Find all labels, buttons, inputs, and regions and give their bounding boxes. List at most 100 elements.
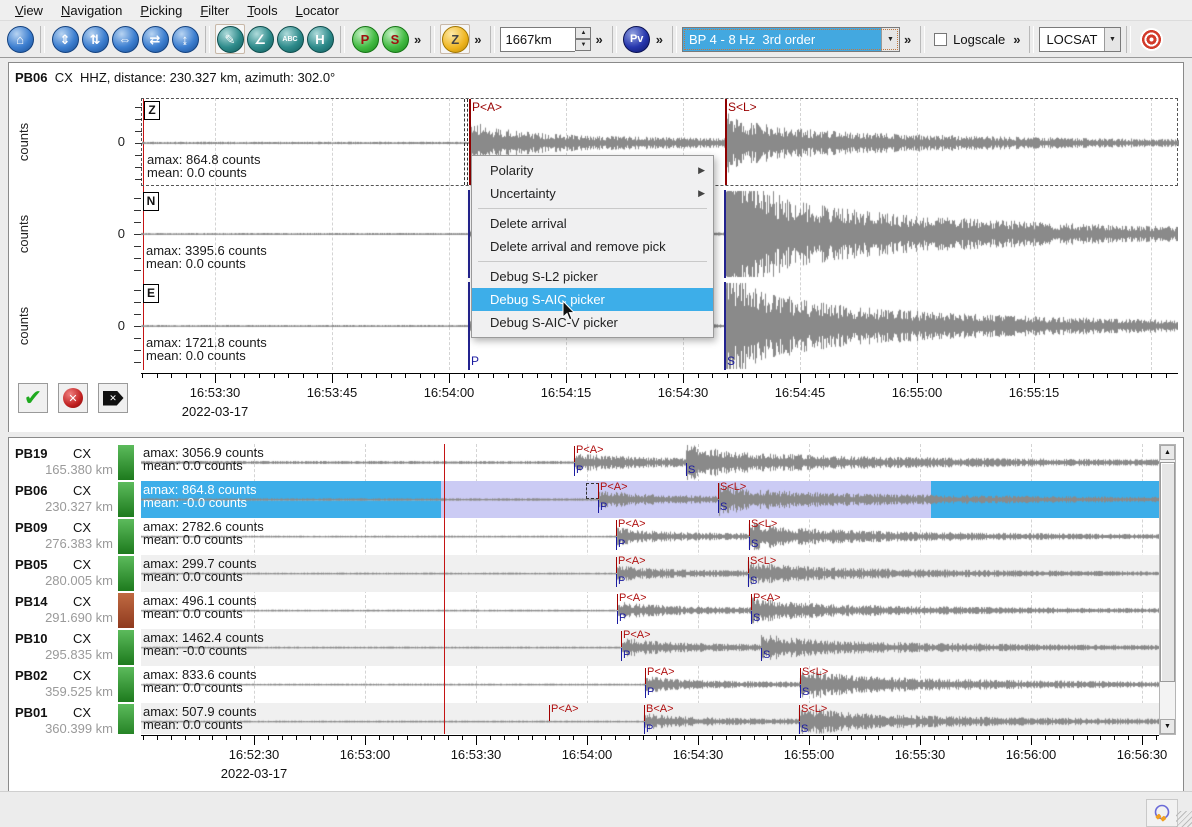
menu-item-delete-arrival[interactable]: Delete arrival — [472, 212, 713, 235]
combo-arrow-icon[interactable]: ▼ — [881, 28, 899, 51]
station-row-pb14[interactable]: PB14CX291.690 kmamax: 496.1 countsmean: … — [9, 592, 1177, 629]
minor-tick — [859, 374, 860, 378]
major-tick — [683, 374, 684, 383]
vertical-scrollbar[interactable]: ▲▼ — [1159, 444, 1176, 735]
minor-tick — [274, 374, 275, 378]
toolbar-overflow-icon[interactable]: » — [656, 32, 663, 47]
spin-down-icon[interactable]: ▼ — [575, 39, 591, 51]
station-row-pb19[interactable]: PB19CX165.380 kmamax: 3056.9 countsmean:… — [9, 444, 1177, 481]
s-pick-line[interactable] — [725, 99, 727, 185]
resize-grip[interactable] — [1176, 811, 1192, 827]
phase-letter: P — [576, 464, 583, 476]
station-row-pb02[interactable]: PB02CX359.525 kmamax: 833.6 countsmean: … — [9, 666, 1177, 703]
menu-item-polarity[interactable]: Polarity▶ — [472, 159, 713, 182]
axis-line — [141, 373, 1178, 374]
minor-tick — [1100, 736, 1101, 740]
locator-select[interactable]: LOCSAT▼ — [1039, 27, 1121, 52]
waveform-canvas[interactable] — [141, 555, 1159, 592]
menu-item-debug-s-l2-picker[interactable]: Debug S-L2 picker — [472, 265, 713, 288]
station-waveform[interactable]: amax: 1462.4 countsmean: -0.0 countsP<A>… — [141, 629, 1159, 666]
s-phase-line[interactable] — [724, 190, 726, 278]
station-waveform[interactable]: amax: 507.9 countsmean: 0.0 countsP<A>B<… — [141, 703, 1159, 734]
width-button[interactable]: H — [305, 24, 335, 54]
menu-item-debug-s-aic-v-picker[interactable]: Debug S-AIC-V picker — [472, 311, 713, 334]
menu-locator[interactable]: Locator — [287, 1, 348, 20]
waveform-canvas[interactable] — [141, 481, 1159, 518]
home-button[interactable]: ⌂ — [5, 24, 35, 54]
time-label: 16:53:30 — [434, 747, 518, 762]
filter-select[interactable]: BP 4 - 8 Hz 3rd order▼ — [682, 27, 900, 52]
logscale-checkbox[interactable]: Logscale — [934, 32, 1005, 47]
reset-amplitude-button[interactable]: ↨ — [170, 24, 200, 54]
station-row-pb06[interactable]: PB06CX230.327 kmamax: 864.8 countsmean: … — [9, 481, 1177, 518]
station-row-pb01[interactable]: PB01CX360.399 kmamax: 507.9 countsmean: … — [9, 703, 1177, 734]
time-label: 16:54:00 — [545, 747, 629, 762]
minor-tick — [361, 374, 362, 378]
menu-view[interactable]: View — [6, 1, 52, 20]
labels-button[interactable]: ABC — [275, 24, 305, 54]
minor-tick — [668, 374, 669, 378]
menu-tools[interactable]: Tools — [238, 1, 286, 20]
menu-filter[interactable]: Filter — [191, 1, 238, 20]
pick-tick — [617, 594, 618, 610]
toolbar-overflow-icon[interactable]: » — [904, 32, 911, 47]
waveform-canvas[interactable] — [141, 592, 1159, 629]
station-waveform[interactable]: amax: 299.7 countsmean: 0.0 countsP<A>PS… — [141, 555, 1159, 592]
time-window-value[interactable]: 1667km — [500, 27, 575, 52]
menu-item-debug-s-aic-picker[interactable]: Debug S-AIC picker — [472, 288, 713, 311]
fit-vertical-button[interactable]: ⇅ — [80, 24, 110, 54]
pick-s-button[interactable]: S — [380, 24, 410, 54]
minor-tick — [393, 736, 394, 740]
scroll-down-button[interactable]: ▼ — [1160, 719, 1175, 734]
station-row-pb10[interactable]: PB10CX295.835 kmamax: 1462.4 countsmean:… — [9, 629, 1177, 666]
waveform-canvas[interactable] — [141, 518, 1159, 555]
angle-button[interactable]: ∠ — [245, 24, 275, 54]
menu-item-delete-arrival-and-remove-pick[interactable]: Delete arrival and remove pick — [472, 235, 713, 258]
menu-picking[interactable]: Picking — [131, 1, 191, 20]
station-waveform[interactable]: amax: 833.6 countsmean: 0.0 countsP<A>PS… — [141, 666, 1159, 703]
quality-bar — [118, 482, 134, 517]
time-label: 16:54:30 — [641, 385, 725, 400]
combo-arrow-icon[interactable]: ▼ — [1104, 28, 1121, 51]
component-z-button[interactable]: Z — [440, 24, 470, 54]
station-waveform[interactable]: amax: 864.8 countsmean: -0.0 countsP<A>P… — [141, 481, 1159, 518]
zoom-horizontal-button[interactable]: ⇔ — [110, 24, 140, 54]
waveform-canvas[interactable] — [141, 444, 1159, 481]
toolbar-overflow-icon[interactable]: » — [1013, 32, 1020, 47]
station-distance: 360.399 km — [9, 721, 113, 734]
reject-button[interactable]: ✕ — [58, 383, 88, 413]
time-window-spinbox[interactable]: 1667km▲▼ — [500, 27, 591, 52]
menu-item-uncertainty[interactable]: Uncertainty▶ — [472, 182, 713, 205]
fit-horizontal-button[interactable]: ⇄ — [140, 24, 170, 54]
station-waveform[interactable]: amax: 496.1 countsmean: 0.0 countsP<A>PP… — [141, 592, 1159, 629]
toolbar-overflow-icon[interactable]: » — [474, 32, 481, 47]
p-phase-line[interactable] — [468, 190, 470, 278]
toolbar-overflow-icon[interactable]: » — [595, 32, 602, 47]
scroll-up-button[interactable]: ▲ — [1160, 445, 1175, 460]
spin-up-icon[interactable]: ▲ — [575, 27, 591, 39]
scroll-thumb[interactable] — [1160, 462, 1175, 682]
menu-navigation[interactable]: Navigation — [52, 1, 131, 20]
accept-button[interactable]: ✔ — [18, 383, 48, 413]
pick-p-button[interactable]: P — [350, 24, 380, 54]
pv-phase-button[interactable]: Pv — [622, 24, 652, 54]
checkbox-box[interactable] — [934, 33, 947, 46]
minor-tick — [230, 374, 231, 378]
station-row-pb05[interactable]: PB05CX280.005 kmamax: 299.7 countsmean: … — [9, 555, 1177, 592]
trace-header-details: CX HHZ, distance: 230.327 km, azimuth: 3… — [48, 70, 336, 85]
toolbar-overflow-icon[interactable]: » — [414, 32, 421, 47]
minor-tick — [888, 374, 889, 378]
measure-button[interactable]: ✎ — [215, 24, 245, 54]
p-phase-line[interactable] — [468, 282, 470, 370]
relocate-button[interactable] — [1136, 24, 1166, 54]
minor-tick — [171, 736, 172, 740]
connection-button[interactable] — [1146, 799, 1178, 827]
skip-button[interactable]: ✕ — [98, 383, 128, 413]
station-row-pb09[interactable]: PB09CX276.383 kmamax: 2782.6 countsmean:… — [9, 518, 1177, 555]
phase-letter: S — [801, 723, 808, 734]
s-phase-line[interactable] — [724, 282, 726, 370]
phase-tick — [749, 537, 750, 550]
station-waveform[interactable]: amax: 2782.6 countsmean: 0.0 countsP<A>P… — [141, 518, 1159, 555]
zoom-vertical-button[interactable]: ⇕ — [50, 24, 80, 54]
station-waveform[interactable]: amax: 3056.9 countsmean: 0.0 countsP<A>P… — [141, 444, 1159, 481]
